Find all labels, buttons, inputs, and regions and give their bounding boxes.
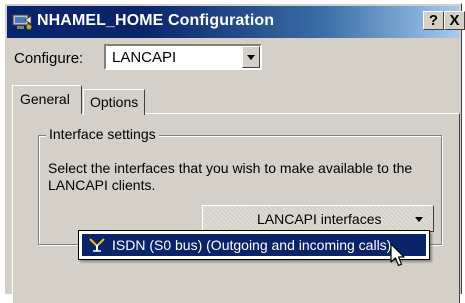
window-title: NHAMEL_HOME Configuration — [37, 12, 275, 29]
configure-select[interactable]: LANCAPI — [104, 44, 262, 70]
menu-item-isdn-label: ISDN (S0 bus) (Outgoing and incoming cal… — [112, 237, 392, 253]
close-button[interactable]: X — [444, 11, 465, 30]
configure-label: Configure: — [14, 50, 84, 67]
network-config-icon — [12, 14, 32, 30]
tab-general[interactable]: General — [12, 85, 82, 114]
lancapi-interfaces-menu: ISDN (S0 bus) (Outgoing and incoming cal… — [78, 230, 430, 260]
configure-select-value: LANCAPI — [112, 49, 177, 66]
tab-general-label: General — [20, 91, 70, 107]
lancapi-interfaces-button[interactable]: LANCAPI interfaces — [202, 205, 434, 232]
chevron-down-icon — [247, 55, 255, 60]
configure-dropdown-button[interactable] — [242, 46, 260, 68]
title-bar[interactable]: NHAMEL_HOME Configuration — [7, 6, 459, 38]
menu-item-isdn[interactable]: ISDN (S0 bus) (Outgoing and incoming cal… — [82, 234, 426, 256]
dropdown-arrow-icon — [415, 217, 423, 222]
tab-options[interactable]: Options — [83, 89, 145, 115]
tab-options-label: Options — [90, 94, 139, 110]
isdn-icon — [89, 238, 105, 252]
interface-settings-legend: Interface settings — [46, 126, 159, 142]
mouse-pointer-icon — [390, 243, 405, 267]
help-button[interactable]: ? — [423, 11, 444, 30]
lancapi-interfaces-label: LANCAPI interfaces — [257, 211, 382, 227]
interface-settings-description: Select the interfaces that you wish to m… — [48, 160, 413, 193]
